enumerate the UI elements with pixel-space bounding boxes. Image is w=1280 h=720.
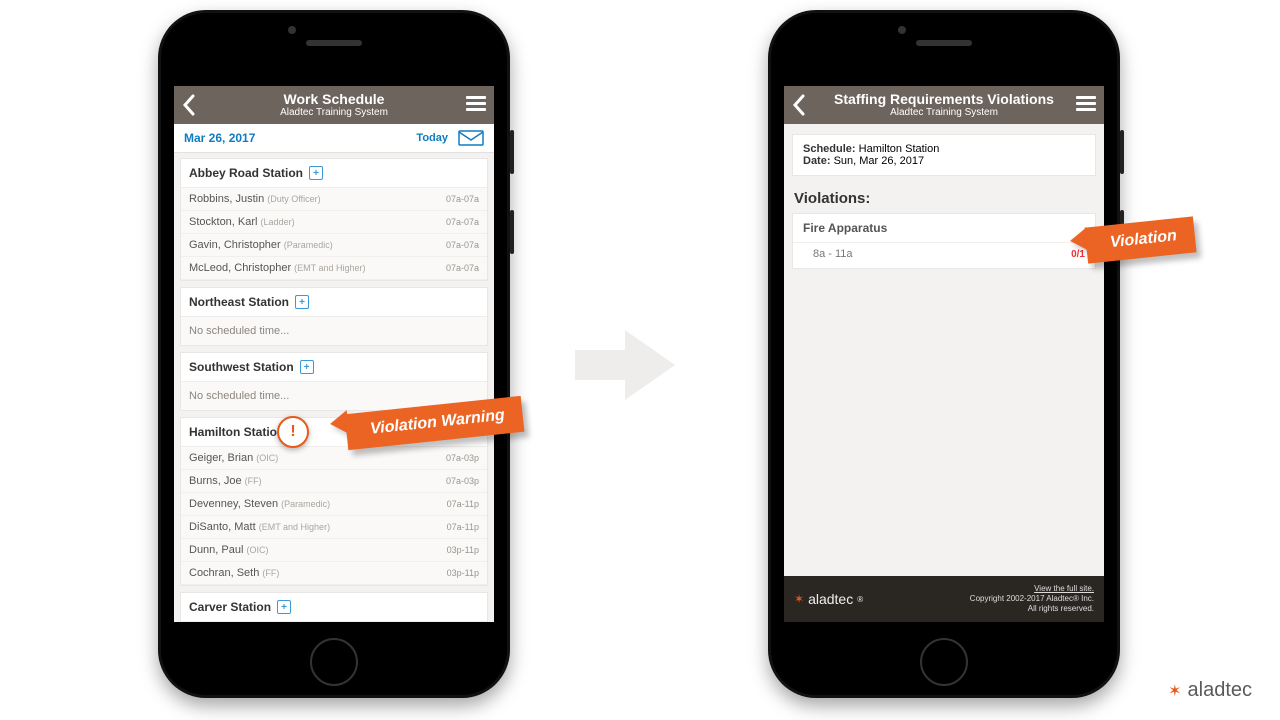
full-site-link[interactable]: View the full site. bbox=[1034, 584, 1094, 593]
flow-arrow bbox=[570, 320, 680, 410]
app-header: Work Schedule Aladtec Training System bbox=[174, 86, 494, 124]
station-name: Hamilton Station bbox=[189, 425, 284, 439]
copyright-text: Copyright 2002-2017 Aladtec® Inc. bbox=[970, 594, 1094, 604]
hamburger-menu-icon[interactable] bbox=[1076, 96, 1096, 111]
plus-icon[interactable]: + bbox=[309, 166, 323, 180]
phone-left: Work Schedule Aladtec Training System Ma… bbox=[158, 10, 510, 698]
station-header[interactable]: Abbey Road Station + bbox=[181, 159, 487, 188]
home-button[interactable] bbox=[920, 638, 968, 686]
hamburger-menu-icon[interactable] bbox=[466, 96, 486, 111]
plus-icon[interactable]: + bbox=[300, 360, 314, 374]
rights-text: All rights reserved. bbox=[970, 604, 1094, 614]
date-bar: Mar 26, 2017 Today bbox=[174, 124, 494, 153]
schedule-row[interactable]: Stockton, Karl (Ladder)07a-07a bbox=[181, 211, 487, 234]
station-section: Southwest Station + No scheduled time... bbox=[180, 352, 488, 411]
stage: Work Schedule Aladtec Training System Ma… bbox=[0, 0, 1280, 720]
station-name: Northeast Station bbox=[189, 295, 289, 309]
schedule-row[interactable]: McLeod, Christopher (EMT and Higher)07a-… bbox=[181, 257, 487, 280]
station-section: Carver Station + bbox=[180, 592, 488, 622]
schedule-list: Abbey Road Station + Robbins, Justin (Du… bbox=[174, 152, 494, 622]
header-title: Work Schedule bbox=[280, 92, 388, 107]
app-footer: ✶ aladtec® View the full site. Copyright… bbox=[784, 576, 1104, 622]
back-button[interactable] bbox=[790, 93, 808, 117]
today-link[interactable]: Today bbox=[416, 132, 448, 144]
page-brand: ✶ aladtec bbox=[1168, 679, 1252, 702]
station-section: Northeast Station + No scheduled time... bbox=[180, 287, 488, 346]
schedule-row[interactable]: Dunn, Paul (OIC)03p-11p bbox=[181, 539, 487, 562]
station-name: Southwest Station bbox=[189, 360, 294, 374]
station-name: Abbey Road Station bbox=[189, 166, 303, 180]
schedule-row[interactable]: DiSanto, Matt (EMT and Higher)07a-11p bbox=[181, 516, 487, 539]
station-section: Hamilton Station + ! Geiger, Brian (OIC)… bbox=[180, 417, 488, 586]
plus-icon[interactable]: + bbox=[295, 295, 309, 309]
station-name: Carver Station bbox=[189, 600, 271, 614]
violation-warning-icon[interactable]: ! bbox=[277, 416, 309, 448]
station-header[interactable]: Northeast Station + bbox=[181, 288, 487, 317]
schedule-row[interactable]: Devenney, Steven (Paramedic)07a-11p bbox=[181, 493, 487, 516]
schedule-row[interactable]: Burns, Joe (FF)07a-03p bbox=[181, 470, 487, 493]
plus-icon[interactable]: + bbox=[277, 600, 291, 614]
app-screen-left: Work Schedule Aladtec Training System Ma… bbox=[174, 86, 494, 622]
violation-card: Fire Apparatus 8a - 11a 0/1 bbox=[792, 213, 1096, 269]
footer-logo: ✶ aladtec® bbox=[794, 591, 863, 607]
app-header: Staffing Requirements Violations Aladtec… bbox=[784, 86, 1104, 124]
schedule-row[interactable]: Cochran, Seth (FF)03p-11p bbox=[181, 562, 487, 585]
empty-message: No scheduled time... bbox=[181, 317, 487, 345]
violations-heading: Violations: bbox=[794, 190, 1094, 207]
callout-violation-warning: Violation Warning bbox=[330, 405, 523, 441]
info-box: Schedule: Hamilton Station Date: Sun, Ma… bbox=[792, 134, 1096, 176]
schedule-row[interactable]: Geiger, Brian (OIC)07a-03p bbox=[181, 447, 487, 470]
phone-right: Staffing Requirements Violations Aladtec… bbox=[768, 10, 1120, 698]
home-button[interactable] bbox=[310, 638, 358, 686]
mail-icon[interactable] bbox=[458, 130, 484, 146]
violation-row[interactable]: 8a - 11a 0/1 bbox=[793, 243, 1095, 268]
schedule-value: Hamilton Station bbox=[859, 143, 940, 155]
station-section: Abbey Road Station + Robbins, Justin (Du… bbox=[180, 158, 488, 281]
violation-group: Fire Apparatus bbox=[793, 214, 1095, 243]
schedule-row[interactable]: Gavin, Christopher (Paramedic)07a-07a bbox=[181, 234, 487, 257]
logo-mark-icon: ✶ bbox=[794, 592, 804, 606]
current-date[interactable]: Mar 26, 2017 bbox=[184, 131, 255, 145]
schedule-row[interactable]: Robbins, Justin (Duty Officer)07a-07a bbox=[181, 188, 487, 211]
header-subtitle: Aladtec Training System bbox=[834, 107, 1054, 119]
app-screen-right: Staffing Requirements Violations Aladtec… bbox=[784, 86, 1104, 622]
station-header[interactable]: Carver Station + bbox=[181, 593, 487, 622]
header-subtitle: Aladtec Training System bbox=[280, 107, 388, 119]
date-value: Sun, Mar 26, 2017 bbox=[834, 155, 925, 167]
header-title: Staffing Requirements Violations bbox=[834, 92, 1054, 107]
violation-time-range: 8a - 11a bbox=[813, 248, 853, 260]
station-header[interactable]: Southwest Station + bbox=[181, 353, 487, 382]
callout-violation: Violation bbox=[1070, 222, 1195, 258]
logo-mark-icon: ✶ bbox=[1168, 681, 1181, 701]
back-button[interactable] bbox=[180, 93, 198, 117]
